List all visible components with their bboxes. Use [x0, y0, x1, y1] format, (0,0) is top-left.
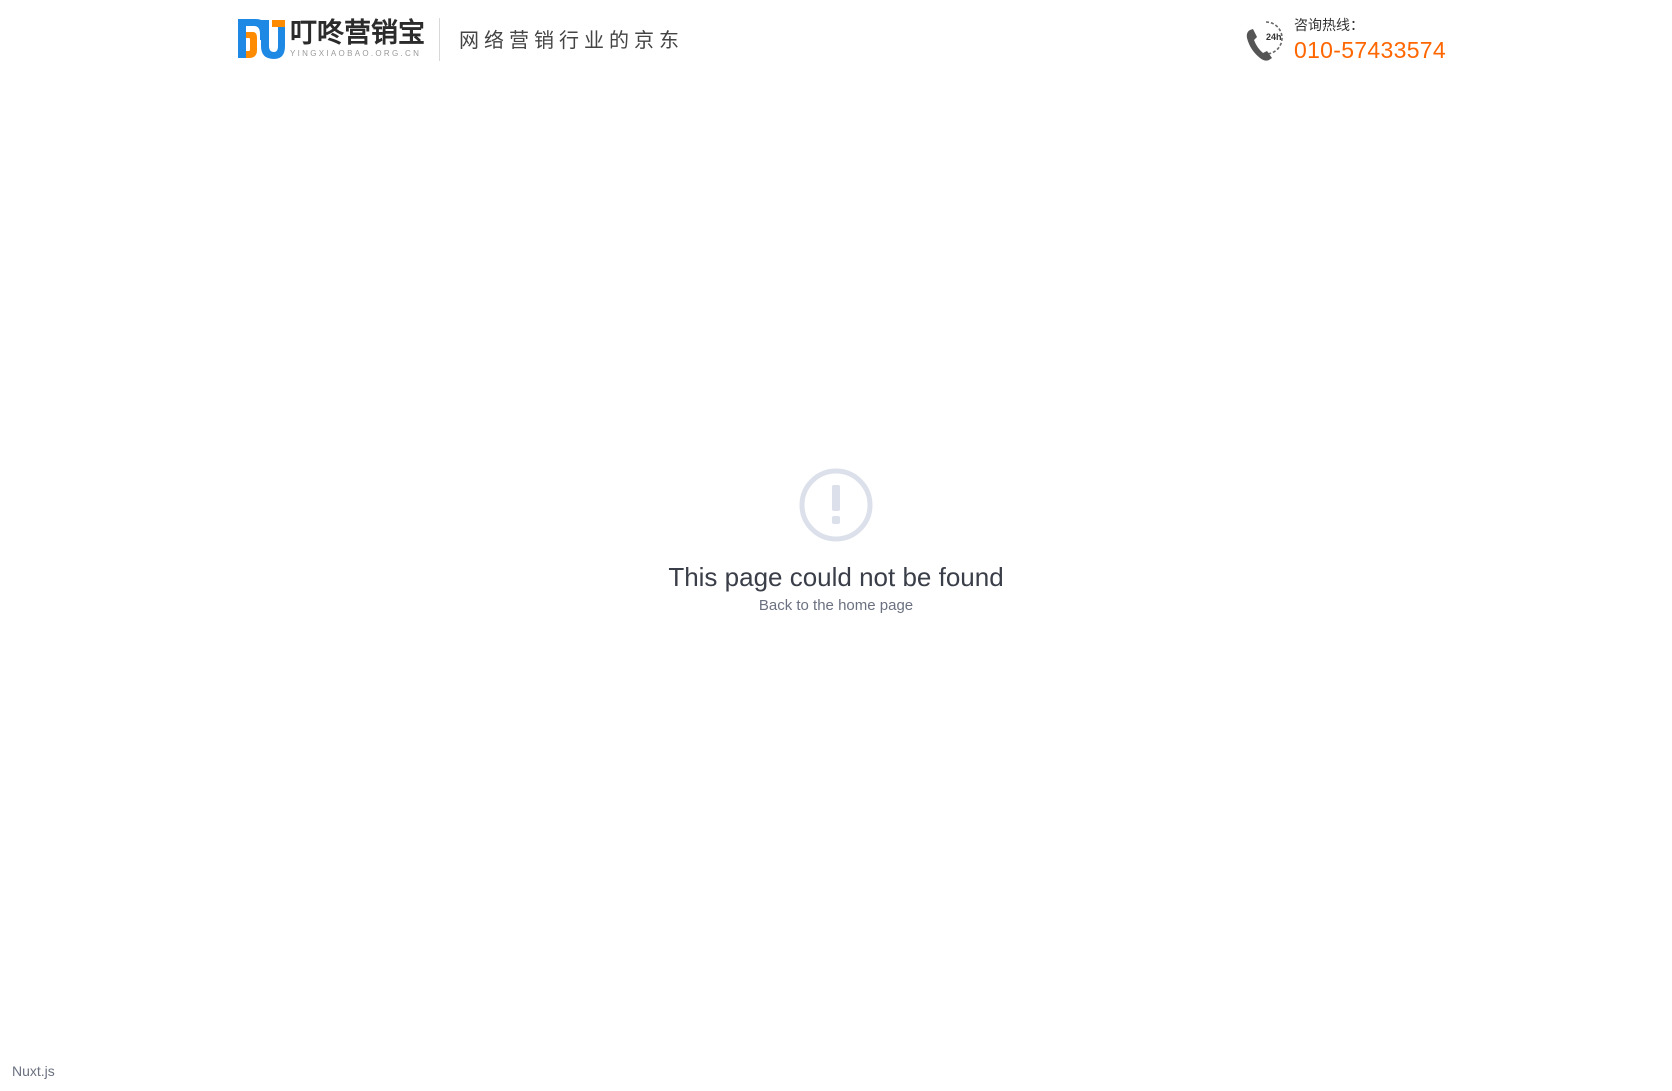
- logo-link[interactable]: 叮咚营销宝 YINGXIAOBAO.ORG.CN: [236, 16, 425, 61]
- phone-icon-badge: 24h: [1266, 32, 1282, 42]
- hotline-number[interactable]: 010-57433574: [1294, 36, 1446, 64]
- site-header: 叮咚营销宝 YINGXIAOBAO.ORG.CN 网络营销行业的京东 24h 咨…: [0, 0, 1672, 84]
- nuxt-link[interactable]: Nuxt.js: [12, 1062, 55, 1080]
- phone-24h-icon: 24h: [1246, 21, 1283, 61]
- header-divider: [439, 18, 440, 61]
- hotline: 24h 咨询热线： 010-57433574: [1242, 16, 1446, 64]
- page: 叮咚营销宝 YINGXIAOBAO.ORG.CN 网络营销行业的京东 24h 咨…: [0, 0, 1672, 1091]
- slogan: 网络营销行业的京东: [459, 28, 684, 52]
- error-title: This page could not be found: [668, 562, 1004, 592]
- hotline-text: 咨询热线： 010-57433574: [1294, 16, 1446, 64]
- logo-mark-icon: [238, 19, 285, 59]
- logo-text: 叮咚营销宝 YINGXIAOBAO.ORG.CN: [290, 17, 425, 59]
- exclamation-circle-icon: [799, 468, 873, 542]
- error-container: This page could not be found Back to the…: [0, 467, 1672, 616]
- back-home-link[interactable]: Back to the home page: [759, 596, 913, 616]
- hotline-label: 咨询热线：: [1294, 18, 1364, 34]
- logo-domain: YINGXIAOBAO.ORG.CN: [290, 48, 422, 58]
- logo-name: 叮咚营销宝: [290, 17, 425, 49]
